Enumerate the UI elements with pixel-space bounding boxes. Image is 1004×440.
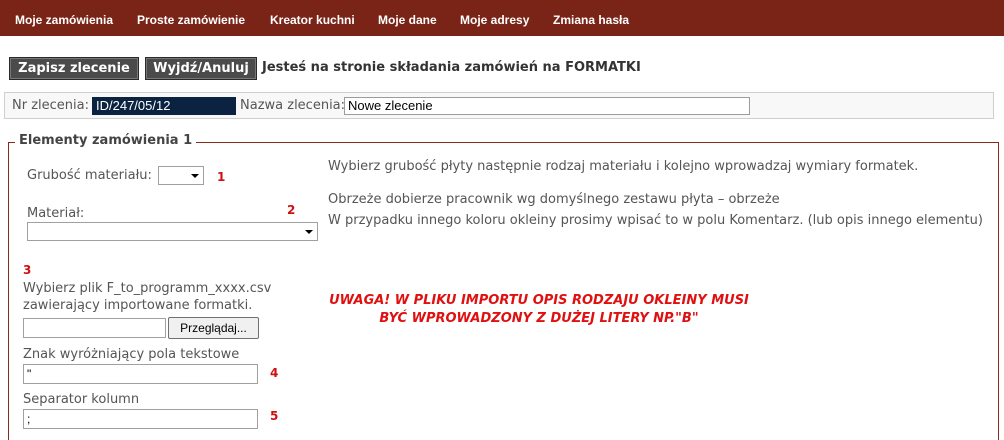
- exit-cancel-button[interactable]: Wyjdź/Anuluj: [145, 57, 257, 80]
- order-name-input[interactable]: Nowe zlecenie: [344, 97, 750, 115]
- chevron-down-icon: [305, 230, 313, 234]
- fieldset-legend: Elementy zamówienia 1: [15, 133, 197, 148]
- text-marker-input[interactable]: ": [23, 364, 258, 384]
- step-number-4: 4: [270, 366, 279, 380]
- step-number-3: 3: [23, 263, 32, 277]
- import-warning: UWAGA! W PLIKU IMPORTU OPIS RODZAJU OKLE…: [294, 292, 784, 328]
- chevron-down-icon: [191, 174, 199, 178]
- step-number-1: 1: [217, 170, 226, 184]
- step-number-5: 5: [270, 409, 279, 423]
- browse-file-button[interactable]: Przeglądaj...: [168, 317, 259, 339]
- nav-moje-adresy[interactable]: Moje adresy: [460, 13, 529, 27]
- warning-line1: UWAGA! W PLIKU IMPORTU OPIS RODZAJU OKLE…: [329, 293, 749, 308]
- page-info-text: Jesteś na stronie składania zamówień na …: [262, 60, 641, 75]
- top-navigation: Moje zamówienia Proste zamówienie Kreato…: [0, 0, 1004, 36]
- text-marker-label: Znak wyróżniający pola tekstowe: [23, 347, 240, 362]
- order-name-label: Nazwa zlecenia:: [240, 98, 346, 113]
- file-label-line2: zawierający importowane formatki.: [23, 298, 253, 313]
- help-text-line1: Wybierz grubość płyty następnie rodzaj m…: [328, 159, 919, 174]
- nav-moje-dane[interactable]: Moje dane: [378, 13, 437, 27]
- thickness-label: Grubość materiału:: [27, 168, 152, 183]
- material-select[interactable]: [27, 222, 318, 241]
- separator-label: Separator kolumn: [23, 392, 140, 407]
- save-order-button[interactable]: Zapisz zlecenie: [9, 57, 139, 80]
- separator-input[interactable]: ;: [23, 409, 258, 429]
- file-path-input[interactable]: [23, 318, 166, 338]
- nav-proste-zamowienie[interactable]: Proste zamówienie: [137, 13, 245, 27]
- file-label-line1: Wybierz plik F_to_programm_xxxx.csv: [23, 281, 272, 296]
- thickness-select[interactable]: [158, 166, 204, 185]
- nav-kreator-kuchni[interactable]: Kreator kuchni: [270, 13, 355, 27]
- help-text-line3: W przypadku innego koloru okleiny prosim…: [328, 213, 983, 228]
- warning-line2: BYĆ WPROWADZONY Z DUŻEJ LITERY NP."B": [379, 311, 699, 326]
- nav-zmiana-hasla[interactable]: Zmiana hasła: [553, 13, 629, 27]
- order-number-field[interactable]: ID/247/05/12: [92, 97, 236, 115]
- help-text-line2: Obrzeże dobierze pracownik wg domyślnego…: [328, 192, 780, 207]
- material-label: Materiał:: [27, 206, 85, 221]
- nav-moje-zamowienia[interactable]: Moje zamówienia: [15, 13, 113, 27]
- order-number-label: Nr zlecenia:: [12, 98, 89, 113]
- step-number-2: 2: [287, 203, 296, 217]
